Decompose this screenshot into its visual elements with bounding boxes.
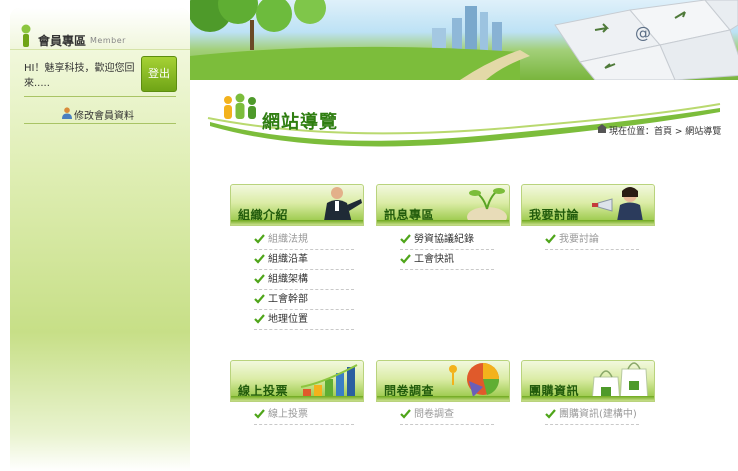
edit-profile-link[interactable]: 修改會員資料: [74, 107, 134, 122]
woman-megaphone-illustration: [592, 187, 644, 225]
link-union-news[interactable]: 工會快訊: [400, 250, 494, 270]
member-title: 會員專區: [38, 34, 87, 48]
check-icon: [254, 254, 265, 264]
category-title: 問卷調查: [384, 384, 435, 398]
breadcrumb: 現在位置：首頁 > 網站導覽: [609, 127, 722, 137]
link-label: 組織法規: [268, 234, 308, 245]
member-header: 會員專區 Member: [10, 8, 190, 50]
category-group-buying[interactable]: 團購資訊: [521, 360, 655, 402]
logout-button[interactable]: 登出: [141, 56, 177, 92]
org-intro-links: 組織法規 組織沿革 組織架構 工會幹部 地理位置: [254, 230, 354, 330]
link-label: 工會快訊: [414, 254, 454, 265]
link-group-buying[interactable]: 團購資訊(建構中): [545, 405, 639, 425]
category-survey[interactable]: 問卷調查: [376, 360, 510, 402]
category-news[interactable]: 訊息專區: [376, 184, 510, 226]
link-discussion[interactable]: 我要討論: [545, 230, 639, 250]
check-icon: [254, 234, 265, 244]
svg-text:@: @: [635, 23, 651, 42]
link-org-structure[interactable]: 組織架構: [254, 270, 354, 290]
member-sidebar: 會員專區 Member HI！魅享科技，歡迎您回來..... 登出 修改會員資料: [10, 8, 190, 471]
category-title: 我要討論: [529, 208, 580, 222]
group-buying-links: 團購資訊(建構中): [545, 405, 639, 425]
link-label: 組織沿革: [268, 254, 308, 265]
link-union-officers[interactable]: 工會幹部: [254, 290, 354, 310]
divider: [24, 96, 176, 97]
link-org-regulations[interactable]: 組織法規: [254, 230, 354, 250]
welcome-message: HI！魅享科技，歡迎您回來.....: [24, 63, 135, 89]
category-title: 訊息專區: [384, 208, 435, 222]
check-icon: [254, 314, 265, 324]
link-label: 勞資協議紀錄: [414, 234, 474, 245]
check-icon: [254, 274, 265, 284]
person-icon: [62, 107, 72, 119]
globe-plant-illustration: [467, 188, 507, 225]
check-icon: [545, 409, 556, 419]
category-org-intro[interactable]: 組織介紹: [230, 184, 364, 226]
bar-graph-illustration: [300, 364, 358, 401]
check-icon: [400, 254, 411, 264]
category-title: 組織介紹: [238, 208, 289, 222]
pie-chart-illustration: [449, 363, 500, 397]
category-title: 線上投票: [238, 384, 289, 398]
discussion-links: 我要討論: [545, 230, 639, 250]
category-online-voting[interactable]: 線上投票: [230, 360, 364, 402]
banner-illustration: @: [190, 0, 738, 80]
link-label: 線上投票: [268, 409, 308, 420]
businessman-illustration: [323, 187, 362, 225]
link-label: 工會幹部: [268, 294, 308, 305]
link-location[interactable]: 地理位置: [254, 310, 354, 330]
home-icon: [597, 124, 607, 133]
link-survey[interactable]: 問卷調查: [400, 405, 494, 425]
check-icon: [545, 234, 556, 244]
page-title: 網站導覽: [262, 112, 338, 133]
member-logo-icon: [21, 24, 31, 47]
voting-links: 線上投票: [254, 405, 354, 425]
link-label: 我要討論: [559, 234, 599, 245]
category-discussion[interactable]: 我要討論: [521, 184, 655, 226]
check-icon: [254, 294, 265, 304]
news-links: 勞資協議紀錄 工會快訊: [400, 230, 494, 270]
link-label: 問卷調查: [414, 409, 454, 420]
link-org-history[interactable]: 組織沿革: [254, 250, 354, 270]
link-online-voting[interactable]: 線上投票: [254, 405, 354, 425]
divider: [24, 123, 176, 124]
link-label: 團購資訊(建構中): [559, 409, 637, 420]
link-label: 地理位置: [268, 314, 308, 325]
header-banner: @: [190, 0, 738, 80]
check-icon: [400, 234, 411, 244]
survey-links: 問卷調查: [400, 405, 494, 425]
link-label: 組織架構: [268, 274, 308, 285]
link-labor-agreements[interactable]: 勞資協議紀錄: [400, 230, 494, 250]
category-title: 團購資訊: [529, 384, 580, 398]
shopping-bags-illustration: [591, 362, 649, 401]
member-subtitle: Member: [90, 36, 126, 45]
check-icon: [400, 409, 411, 419]
check-icon: [254, 409, 265, 419]
